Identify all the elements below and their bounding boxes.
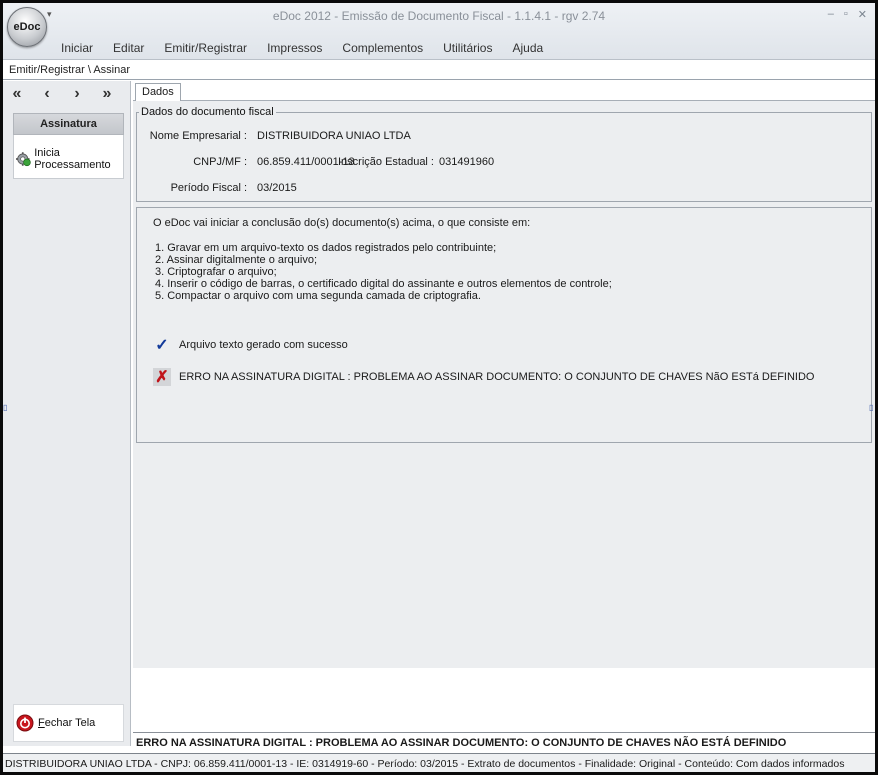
tab-dados[interactable]: Dados (135, 83, 181, 102)
content-blank-area (133, 668, 875, 731)
menu-iniciar[interactable]: Iniciar (51, 41, 103, 55)
tab-strip: Dados (133, 81, 875, 102)
fechar-tela-label: Fechar Tela (38, 717, 95, 729)
app-window: eDoc ▾ eDoc 2012 - Emissão de Documento … (0, 0, 878, 775)
inicia-processamento-label: Inicia Processamento (34, 147, 111, 171)
list-item: 2. Assinar digitalmente o arquivo; (155, 254, 318, 266)
list-item: 4. Inserir o código de barras, o certifi… (155, 278, 612, 290)
next-record-button[interactable]: › (69, 86, 85, 103)
assinatura-header: Assinatura (13, 113, 124, 135)
fechar-tela-panel: Fechar Tela (13, 704, 124, 742)
ie-value: 031491960 (439, 156, 495, 168)
cnpj-row: CNPJ/MF : 06.859.411/0001-13 Inscrição E… (137, 156, 867, 170)
success-message: ✓ Arquivo texto gerado com sucesso (153, 336, 348, 354)
error-message: ✗ ERRO NA ASSINATURA DIGITAL : PROBLEMA … (153, 368, 814, 386)
checkmark-icon: ✓ (155, 337, 169, 354)
periodo-row: Período Fiscal : 03/2015 (137, 182, 867, 196)
cnpj-label: CNPJ/MF : (193, 156, 247, 168)
menu-utilitarios[interactable]: Utilitários (433, 41, 502, 55)
breadcrumb: Emitir/Registrar \ Assinar (9, 64, 131, 76)
ie-label: Inscrição Estadual : (338, 156, 434, 168)
inicia-processamento-link[interactable]: Inicia Processamento (16, 147, 123, 171)
status-bar: DISTRIBUIDORA UNIAO LTDA - CNPJ: 06.859.… (3, 753, 875, 772)
nome-label: Nome Empresarial : (149, 130, 247, 142)
menu-editar[interactable]: Editar (103, 41, 154, 55)
dados-documento-fiscal: Dados do documento fiscal Nome Empresari… (136, 106, 872, 202)
record-navigation: « ‹ › » (9, 86, 115, 103)
fechar-tela-label-rest: echar Tela (44, 717, 96, 729)
periodo-value: 03/2015 (257, 182, 297, 194)
periodo-label: Período Fiscal : (170, 182, 247, 194)
list-item: 5. Compactar o arquivo com uma segunda c… (155, 290, 481, 302)
main-content: Dados do documento fiscal Nome Empresari… (133, 101, 875, 668)
list-item: 3. Criptografar o arquivo; (155, 266, 277, 278)
menu-bar: Iniciar Editar Emitir/Registrar Impresso… (51, 41, 553, 55)
breadcrumb-bar: Emitir/Registrar \ Assinar (3, 60, 875, 80)
first-record-button[interactable]: « (9, 86, 25, 103)
gear-icon (16, 152, 31, 167)
window-title: eDoc 2012 - Emissão de Documento Fiscal … (272, 9, 606, 23)
menu-emitir-registrar[interactable]: Emitir/Registrar (154, 41, 257, 55)
prev-record-button[interactable]: ‹ (39, 86, 55, 103)
list-item: 1. Gravar em um arquivo-texto os dados r… (155, 242, 497, 254)
restore-icon[interactable]: ▫ (844, 8, 848, 21)
nome-value: DISTRIBUIDORA UNIAO LTDA (257, 130, 411, 142)
left-edge-marker: ▯ (3, 403, 8, 412)
menu-impressos[interactable]: Impressos (257, 41, 332, 55)
power-icon (16, 714, 34, 732)
nome-row: Nome Empresarial : DISTRIBUIDORA UNIAO L… (137, 130, 867, 144)
fechar-tela-accesskey: F (38, 717, 45, 729)
menu-ajuda[interactable]: Ajuda (502, 41, 553, 55)
last-record-button[interactable]: » (99, 86, 115, 103)
right-edge-marker: ▯ (869, 403, 874, 412)
error-status-bar: ERRO NA ASSINATURA DIGITAL : PROBLEMA AO… (133, 732, 875, 752)
success-text: Arquivo texto gerado com sucesso (179, 339, 348, 351)
close-window-icon[interactable]: ✕ (858, 8, 867, 21)
processing-info-panel: O eDoc vai iniciar a conclusão do(s) doc… (136, 207, 872, 443)
title-bar: eDoc ▾ eDoc 2012 - Emissão de Documento … (3, 3, 875, 60)
fechar-tela-button[interactable]: Fechar Tela (16, 714, 95, 732)
dados-legend: Dados do documento fiscal (141, 106, 274, 118)
left-panel: « ‹ › » Assinatura Inicia Processamento (3, 81, 131, 746)
assinatura-panel: Inicia Processamento (13, 135, 124, 179)
intro-text: O eDoc vai iniciar a conclusão do(s) doc… (153, 217, 531, 229)
error-x-icon: ✗ (153, 368, 171, 386)
window-controls: – ▫ ✕ (828, 8, 867, 21)
steps-list: 1. Gravar em um arquivo-texto os dados r… (155, 242, 612, 302)
error-text: ERRO NA ASSINATURA DIGITAL : PROBLEMA AO… (179, 371, 815, 383)
menu-complementos[interactable]: Complementos (332, 41, 433, 55)
minimize-icon[interactable]: – (828, 8, 834, 21)
